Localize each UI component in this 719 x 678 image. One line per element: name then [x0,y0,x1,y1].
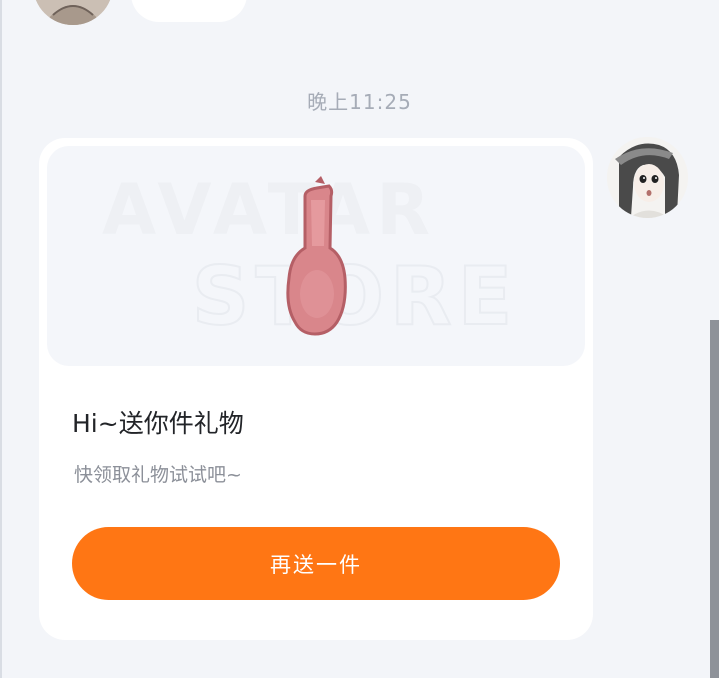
user-avatar[interactable] [607,137,688,218]
message-timestamp: 晚上11:25 [307,90,412,114]
gift-preview-area: AVATAR STORE [47,146,585,366]
gift-message-card[interactable]: AVATAR STORE Hi~送你件礼物 快领取礼物试试吧~ 再送一件 [39,138,593,640]
previous-message-bubble [131,0,247,22]
gift-subtitle: 快领取礼物试试吧~ [74,464,242,486]
send-another-gift-button[interactable]: 再送一件 [72,527,560,600]
store-watermark-line1: AVATAR [102,169,436,251]
gift-image: AVATAR STORE [102,169,518,344]
gift-title: Hi~送你件礼物 [72,409,244,438]
store-watermark-line2: STORE [192,250,518,343]
contact-avatar[interactable] [33,0,113,25]
scrollbar[interactable] [710,320,719,678]
